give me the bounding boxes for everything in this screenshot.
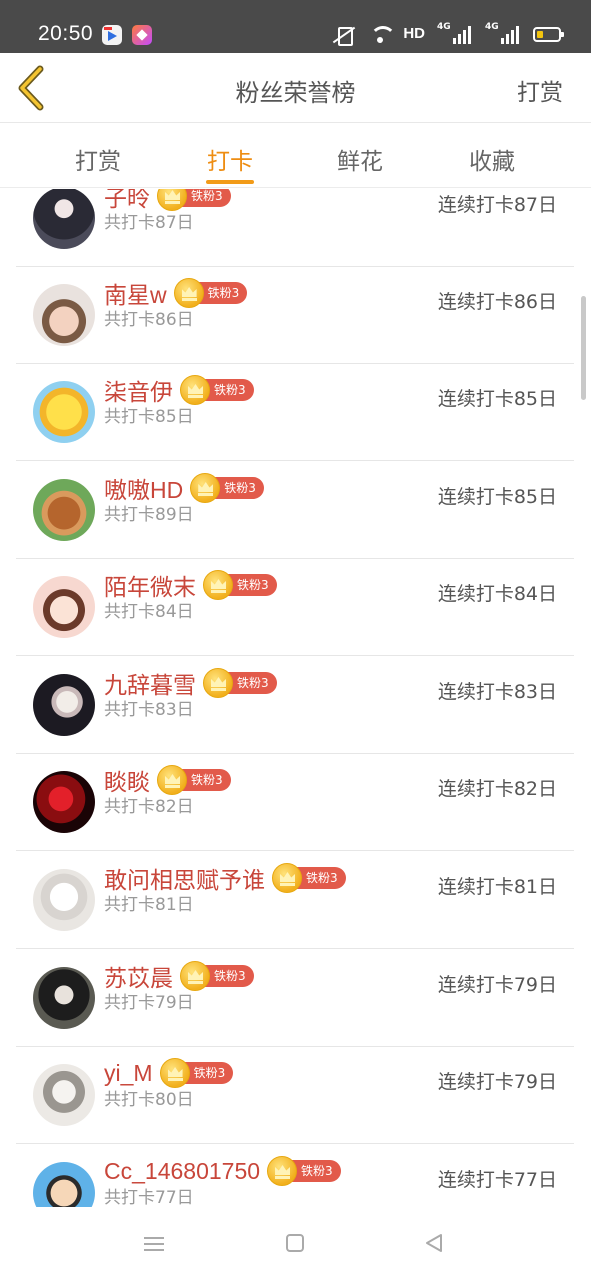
- fan-list[interactable]: 子昤 铁粉3 共打卡87日 连续打卡87日 南星w 铁粉3 共打卡86日 连续打…: [0, 189, 591, 1207]
- signal-icon-2: 4G: [485, 22, 521, 44]
- status-bar: 20:50 HD 4G 4G: [0, 0, 591, 53]
- crown-icon: [159, 1058, 190, 1088]
- fan-badge: 铁粉3: [157, 765, 231, 795]
- total-checkins: 共打卡87日: [104, 213, 194, 233]
- crown-icon: [157, 765, 187, 795]
- list-item[interactable]: 陌年微末 铁粉3 共打卡84日 连续打卡84日: [16, 559, 574, 656]
- streak-days: 连续打卡79日: [437, 1071, 557, 1093]
- avatar: [33, 189, 95, 249]
- total-checkins: 共打卡85日: [104, 407, 194, 427]
- status-icons: HD 4G 4G: [331, 22, 564, 46]
- avatar: [33, 771, 95, 833]
- list-item[interactable]: 苏苡晨 铁粉3 共打卡79日 连续打卡79日: [16, 950, 574, 1047]
- crown-icon: [180, 375, 210, 405]
- active-tab-indicator: [206, 180, 254, 184]
- total-checkins: 共打卡77日: [104, 1188, 194, 1207]
- scrollbar[interactable]: [581, 296, 586, 400]
- hd-label: HD: [403, 25, 425, 42]
- avatar: [33, 479, 95, 541]
- list-item[interactable]: 柒音伊 铁粉3 共打卡85日 连续打卡85日: [16, 364, 574, 461]
- total-checkins: 共打卡89日: [104, 505, 194, 525]
- fan-badge: 铁粉3: [157, 189, 231, 211]
- avatar: [33, 869, 95, 931]
- avatar: [33, 576, 95, 638]
- fan-badge: 铁粉3: [180, 961, 254, 991]
- total-checkins: 共打卡81日: [104, 895, 194, 915]
- list-item[interactable]: Cc_146801750 铁粉3 共打卡77日 连续打卡77日: [16, 1145, 574, 1207]
- list-item[interactable]: 子昤 铁粉3 共打卡87日 连续打卡87日: [16, 189, 574, 267]
- fan-name[interactable]: yi_M: [104, 1060, 153, 1087]
- streak-days: 连续打卡79日: [437, 974, 557, 996]
- menu-icon[interactable]: [144, 1237, 164, 1251]
- fan-name[interactable]: Cc_146801750: [104, 1158, 260, 1185]
- streak-days: 连续打卡86日: [437, 291, 557, 313]
- streak-days: 连续打卡85日: [437, 388, 557, 410]
- home-icon[interactable]: [286, 1234, 304, 1252]
- crown-icon: [272, 863, 302, 893]
- list-item[interactable]: 敢问相思赋予谁 铁粉3 共打卡81日 连续打卡81日: [16, 852, 574, 949]
- streak-days: 连续打卡83日: [437, 681, 557, 703]
- crown-icon: [267, 1156, 298, 1186]
- wifi-icon: [369, 24, 397, 44]
- streak-days: 连续打卡84日: [437, 583, 557, 605]
- avatar: [33, 284, 95, 346]
- crown-icon: [173, 278, 204, 308]
- signal-icon: 4G: [437, 22, 473, 44]
- tab-favorites[interactable]: 收藏: [452, 142, 532, 176]
- avatar: [33, 381, 95, 443]
- status-time: 20:50: [38, 22, 94, 45]
- total-checkins: 共打卡83日: [104, 700, 194, 720]
- avatar: [33, 674, 95, 736]
- list-item[interactable]: 南星w 铁粉3 共打卡86日 连续打卡86日: [16, 267, 574, 364]
- streak-days: 连续打卡77日: [437, 1169, 557, 1191]
- total-checkins: 共打卡86日: [104, 310, 194, 330]
- streak-days: 连续打卡87日: [437, 194, 557, 216]
- list-item[interactable]: 嗷嗷HD 铁粉3 共打卡89日 连续打卡85日: [16, 462, 574, 559]
- streak-days: 连续打卡85日: [437, 486, 557, 508]
- fan-badge: 铁粉3: [203, 668, 277, 698]
- tab-bar: 打赏 打卡 鲜花 收藏: [0, 123, 591, 188]
- fan-badge: 铁粉3: [180, 375, 254, 405]
- battery-icon: [533, 26, 564, 42]
- list-item[interactable]: 九辞暮雪 铁粉3 共打卡83日 连续打卡83日: [16, 657, 574, 754]
- fan-badge: 铁粉3: [159, 1058, 234, 1088]
- list-item[interactable]: 睒睒 铁粉3 共打卡82日 连续打卡82日: [16, 754, 574, 851]
- total-checkins: 共打卡79日: [104, 993, 194, 1013]
- tab-reward[interactable]: 打赏: [58, 142, 138, 176]
- video-app-icon: [102, 25, 122, 45]
- crown-icon: [203, 570, 233, 600]
- streak-days: 连续打卡82日: [437, 778, 557, 800]
- fan-badge: 铁粉3: [203, 570, 277, 600]
- reward-button[interactable]: 打赏: [517, 73, 563, 107]
- avatar: [33, 1162, 95, 1207]
- tab-checkin[interactable]: 打卡: [190, 142, 270, 176]
- list-item[interactable]: yi_M 铁粉3 共打卡80日 连续打卡79日: [16, 1047, 574, 1144]
- tab-flowers[interactable]: 鲜花: [320, 142, 400, 176]
- total-checkins: 共打卡84日: [104, 602, 194, 622]
- fan-badge: 铁粉3: [267, 1156, 341, 1186]
- crown-icon: [180, 961, 210, 991]
- app-header: 粉丝荣誉榜 打赏: [0, 53, 591, 123]
- crown-icon: [203, 668, 233, 698]
- streak-days: 连续打卡81日: [437, 876, 557, 898]
- fan-badge: 铁粉3: [272, 863, 346, 893]
- total-checkins: 共打卡80日: [104, 1090, 194, 1110]
- fan-badge: 铁粉3: [190, 473, 264, 503]
- avatar: [33, 967, 95, 1029]
- total-checkins: 共打卡82日: [104, 797, 194, 817]
- system-nav-bar: [0, 1207, 591, 1280]
- vibrate-off-icon: [331, 24, 357, 46]
- assistant-app-icon: [132, 25, 152, 45]
- page-title: 粉丝荣誉榜: [235, 79, 356, 107]
- fan-badge: 铁粉3: [173, 278, 248, 308]
- avatar: [33, 1064, 95, 1126]
- back-triangle-icon[interactable]: [424, 1233, 444, 1253]
